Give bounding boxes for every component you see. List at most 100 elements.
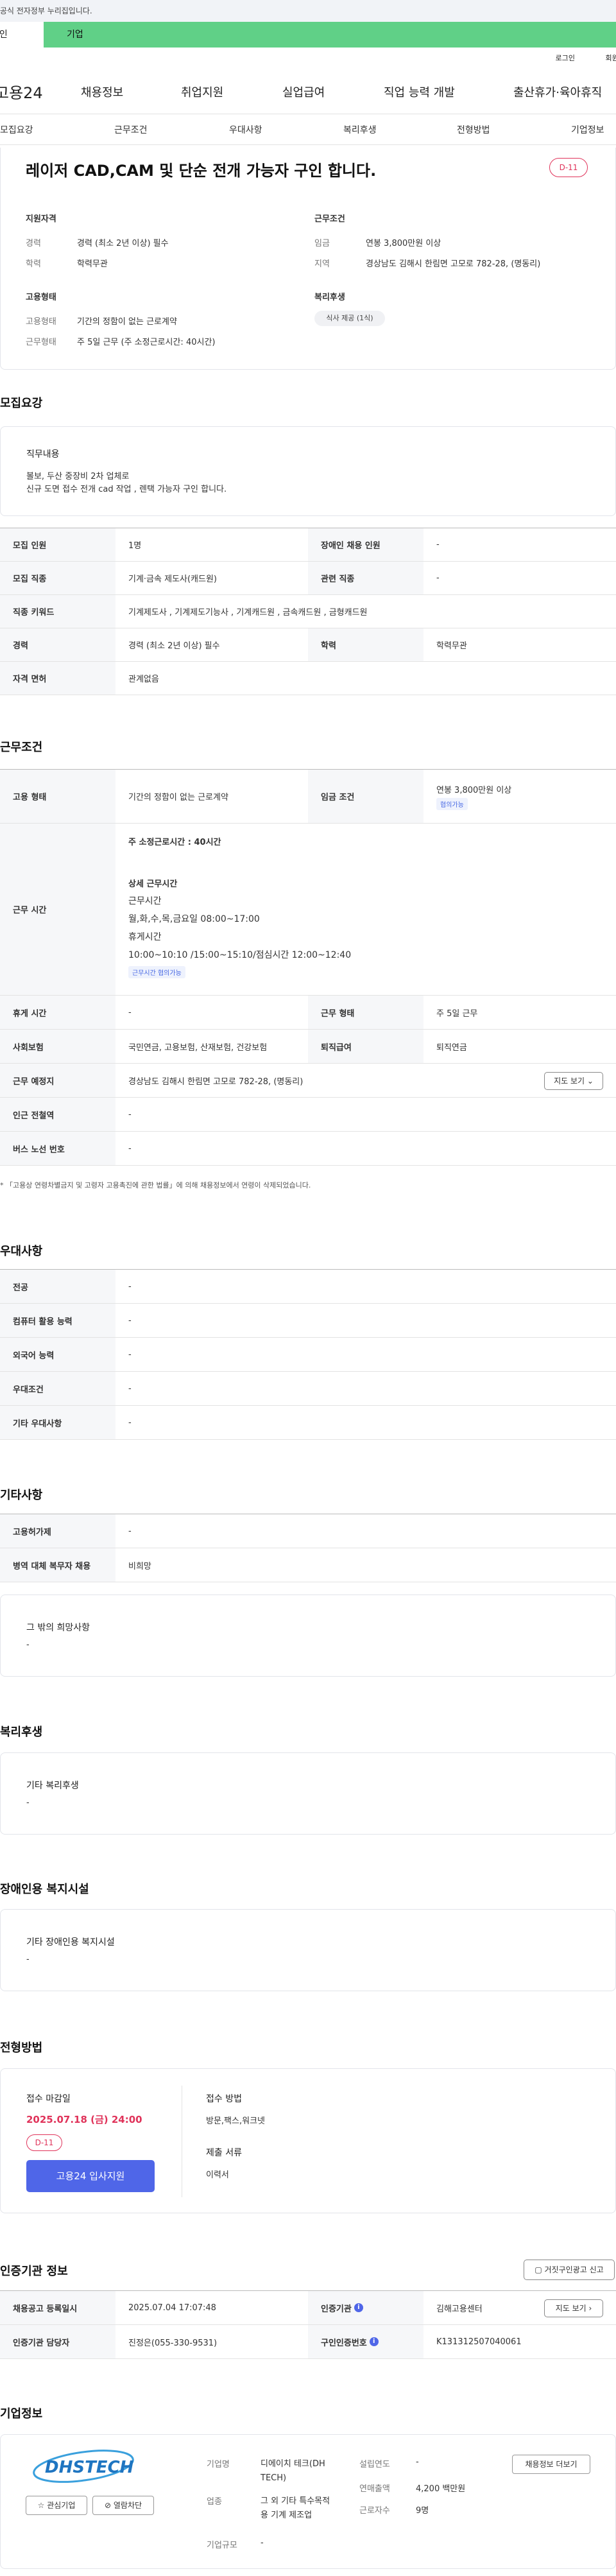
global-nav: 고용24 채용정보 취업지원 실업급여 직업 능력 개발 출산휴가·육아휴직 [0, 69, 616, 114]
section-heading-etc: 기타사항 [0, 1489, 43, 1502]
section-heading-selection: 전형방법 [0, 2041, 43, 2055]
section-heading-company: 기업정보 [0, 2407, 43, 2421]
block-label: 열람차단 [113, 2501, 142, 2510]
company-value-size: - [261, 2538, 264, 2548]
login-link[interactable]: 로그인 [556, 54, 575, 62]
qual-label-career: 경력 [26, 239, 41, 248]
subnav-pref[interactable]: 우대사항 [229, 123, 262, 136]
th-education: 학력 [308, 628, 424, 661]
section-heading-recruit: 모집요강 [0, 397, 43, 410]
th-related-job: 관련 직종 [308, 562, 424, 594]
section-heading-agency: 인증기관 정보 [0, 2265, 68, 2278]
td-insurance: 국민연금, 고용보험, 산재보험, 건강보험 [128, 1042, 268, 1053]
td-bus: - [128, 1143, 132, 1154]
hours-line-3: 휴게시간 [128, 932, 162, 942]
info-icon[interactable]: i [354, 2303, 363, 2312]
table-row: 사회보험 국민연금, 고용보험, 산재보험, 건강보험 퇴직급여 퇴직연금 [0, 1030, 616, 1064]
apply-button[interactable]: 고용24 입사지원 [26, 2160, 155, 2192]
hours-detail-title: 상세 근무시간 [128, 879, 178, 889]
gnb-item-jobs[interactable]: 채용정보 [81, 83, 123, 100]
table-row: 근무 시간 주 소정근로시간 : 40시간 상세 근무시간 근무시간 월,화,수… [0, 824, 616, 996]
th-retirement: 퇴직급여 [308, 1030, 424, 1063]
th-work-type: 근무 형태 [308, 996, 424, 1029]
th-job-category: 모집 직종 [0, 562, 116, 594]
etc-wish-value: - [26, 1640, 30, 1650]
gnb-item-maternity-leave[interactable]: 출산휴가·육아휴직 [513, 83, 602, 100]
fav-label: 관심기업 [47, 2501, 76, 2510]
qual-value-career: 경력 (최소 2년 이상) 필수 [77, 239, 169, 248]
subnav-recruit[interactable]: 모집요강 [0, 123, 33, 136]
td-headcount: 1명 [128, 541, 142, 551]
th-wage: 임금 조건 [308, 770, 424, 823]
td-education: 학력무관 [436, 641, 467, 651]
disabled-box-title: 기타 장애인용 복지시설 [26, 1937, 115, 1948]
work-table: 고용 형태 기간의 정함이 없는 근로계약 임금 조건 연봉 3,800만원 이… [0, 769, 616, 1166]
hours-line-2: 월,화,수,목,금요일 08:00~17:00 [128, 914, 260, 924]
company-value-founded: - [416, 2457, 419, 2467]
star-icon: ☆ [37, 2501, 45, 2510]
td-employ-type: 기간의 정함이 없는 근로계약 [128, 793, 228, 802]
th-major: 전공 [0, 1270, 116, 1303]
more-jobs-button[interactable]: 채용정보 더보기 [512, 2455, 590, 2474]
etc-table: 고용허가제 - 병역 대체 복무자 채용 비희망 [0, 1514, 616, 1582]
map-view-button[interactable]: 지도 보기 ⌄ [544, 1072, 603, 1090]
td-manager: 진정은(055-330-9531) [128, 2338, 218, 2348]
etc-wish-title: 그 밖의 희망사항 [26, 1623, 90, 1633]
company-value-revenue: 4,200 백만원 [416, 2484, 466, 2494]
welfare-box-value: - [26, 1798, 30, 1808]
subnav-welfare[interactable]: 복리후생 [343, 123, 377, 136]
wage-value: 연봉 3,800만원 이상 [436, 785, 512, 795]
table-row: 채용공고 등록일시 2025.07.04 17:07:48 인증기관 i 김해고용… [0, 2291, 616, 2325]
fav-company-button[interactable]: ☆ 관심기업 [26, 2496, 87, 2515]
gnb-item-vocational-training[interactable]: 직업 능력 개발 [384, 83, 455, 100]
th-headcount: 모집 인원 [0, 528, 116, 561]
hours-line-4: 10:00~10:10 /15:00~15:10/점심시간 12:00~12:4… [128, 950, 352, 960]
dday-badge: D-11 [549, 158, 588, 177]
qual-title: 지원자격 [26, 214, 56, 224]
gnb-item-unemployment-benefit[interactable]: 실업급여 [282, 83, 325, 100]
td-major: - [128, 1281, 132, 1292]
th-pref-cond: 우대조건 [0, 1372, 116, 1405]
job-desc-card: 직무내용 볼보, 두산 중장비 2차 업체로 신규 도면 접수 전개 cad 작… [0, 426, 616, 516]
job-desc-line-1: 볼보, 두산 중장비 2차 업체로 [26, 472, 130, 481]
company-label-employees: 근로자수 [359, 2506, 390, 2516]
welfare-box-title: 기타 복리후생 [26, 1781, 79, 1791]
table-row: 경력 경력 (최소 2년 이상) 필수 학력 학력무관 [0, 628, 616, 662]
cond-value-region: 경상남도 김해시 한림면 고모로 782-28, (명동리) [366, 259, 541, 269]
qual-label-edu: 학력 [26, 259, 41, 269]
th-agency: 인증기관 i [308, 2291, 424, 2324]
agency-map-button[interactable]: 지도 보기 › [544, 2299, 603, 2317]
site-logo[interactable]: 고용24 [0, 80, 78, 103]
table-row: 인증기관 담당자 진정은(055-330-9531) 구인인증번호 i K1313… [0, 2325, 616, 2359]
block-view-button[interactable]: ⊘ 열람차단 [92, 2496, 154, 2515]
th-career: 경력 [0, 628, 116, 661]
th-pref-etc: 기타 우대사항 [0, 1406, 116, 1439]
td-cert-no: K131312507040061 [436, 2337, 522, 2347]
td-computer: - [128, 1315, 132, 1326]
th-reg-date: 채용공고 등록일시 [0, 2291, 116, 2324]
table-row: 우대조건 - [0, 1372, 616, 1406]
table-row: 자격 면허 관계없음 [0, 662, 616, 695]
document-icon: ▢ [535, 2265, 542, 2274]
info-icon[interactable]: i [369, 2337, 379, 2346]
subnav-company[interactable]: 기업정보 [571, 123, 604, 136]
recruit-table: 모집 인원 1명 장애인 채용 인원 - 모집 직종 기계·금속 제도사(캐드원… [0, 528, 616, 695]
subnav-selection[interactable]: 전형방법 [457, 123, 490, 136]
company-logo-text: DHSTECH [45, 2458, 134, 2477]
job-desc-title: 직무내용 [26, 449, 60, 460]
false-ad-report-button[interactable]: ▢ 거짓구인광고 신고 [524, 2260, 615, 2280]
job-desc-line-2: 신규 도면 접수 전개 cad 작업 , 렌택 가능자 구인 합니다. [26, 485, 227, 494]
emp-title: 고용형태 [26, 293, 56, 302]
block-icon: ⊘ [104, 2501, 112, 2510]
tab-company[interactable]: 기업 [44, 22, 616, 48]
subnav-work[interactable]: 근무조건 [114, 123, 148, 136]
hours-negotiable-tag: 근무시간 협의가능 [128, 966, 185, 978]
table-row: 버스 노선 번호 - [0, 1132, 616, 1166]
company-label-size: 기업규모 [207, 2541, 237, 2550]
join-link[interactable]: 회원가입 [606, 54, 616, 62]
tab-personal[interactable]: 개인 [0, 22, 44, 48]
th-employ-type: 고용 형태 [0, 770, 116, 823]
gnb-item-employment-support[interactable]: 취업지원 [181, 83, 223, 100]
td-reg-date: 2025.07.04 17:07:48 [128, 2303, 216, 2313]
td-work-permit: - [128, 1526, 132, 1536]
